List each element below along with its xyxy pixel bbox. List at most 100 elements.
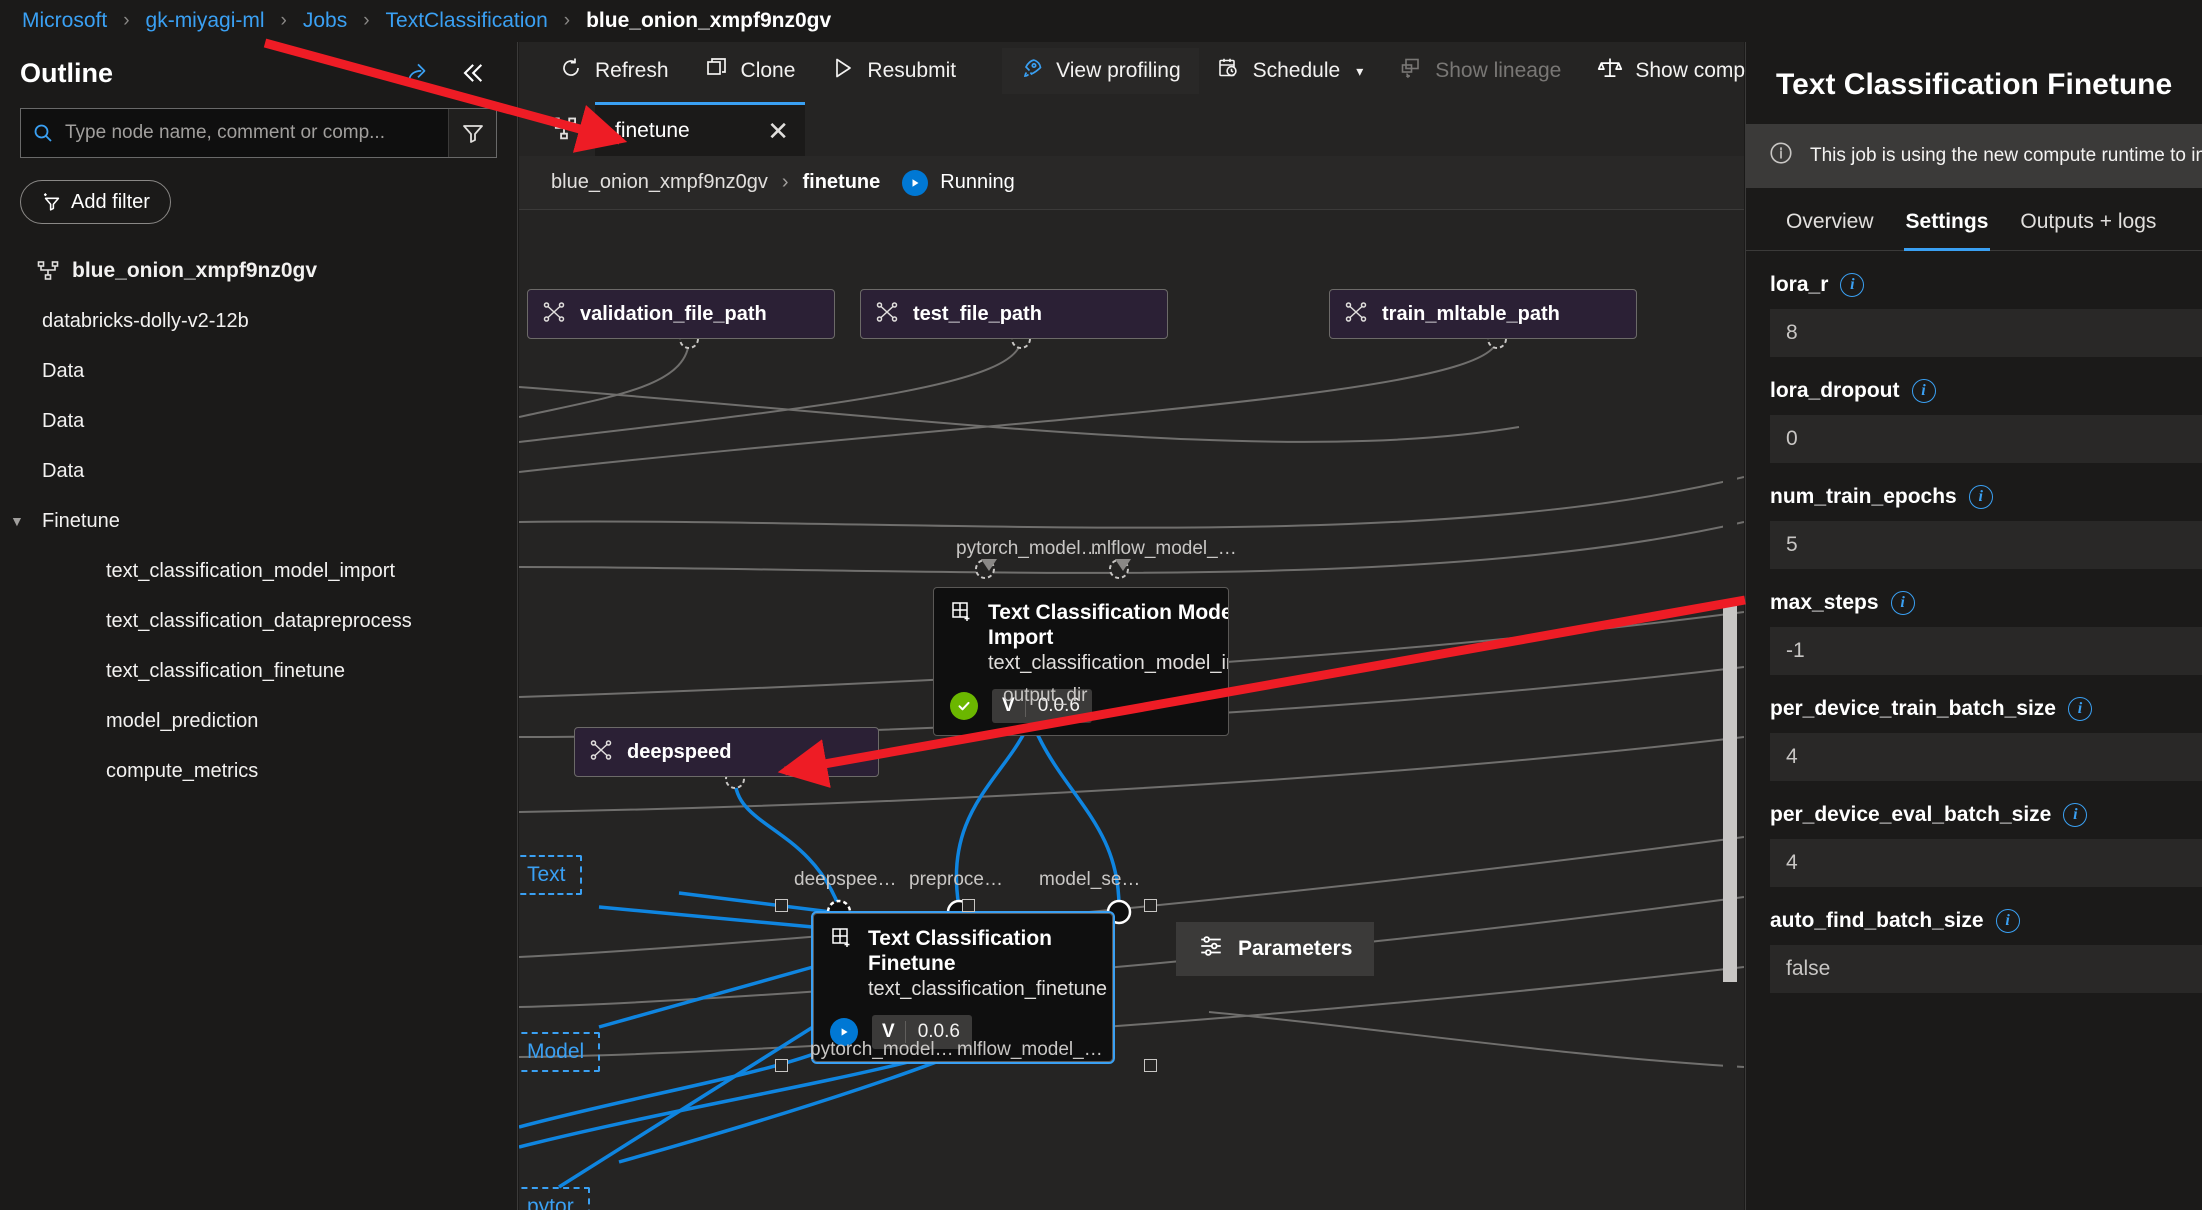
field-lora-dropout: lora_dropout i 0 [1746,357,2202,463]
job-toolbar: Refresh Clone Resubmit [519,42,1744,100]
graph-node-deepspeed[interactable]: deepspeed [574,727,879,777]
outline-sidebar: Outline [0,42,518,1210]
resubmit-label: Resubmit [867,59,956,83]
tab-outputs-logs[interactable]: Outputs + logs [2004,210,2172,250]
resubmit-button[interactable]: Resubmit [813,48,974,94]
outline-search[interactable] [20,108,497,158]
graph-breadcrumb-parent[interactable]: blue_onion_xmpf9nz0gv [551,171,768,194]
settings-form: lora_r i 8 lora_dropout i 0 num_train_ep… [1746,251,2202,993]
breadcrumb-item-jobs[interactable]: Jobs [303,9,347,33]
field-num-train-epochs: num_train_epochs i 5 [1746,463,2202,569]
selection-handle[interactable] [775,899,788,912]
tree-item-model-prediction[interactable]: model_prediction [0,696,517,746]
add-filter-label: Add filter [71,191,150,214]
selection-handle[interactable] [775,1059,788,1072]
tree-item-text-classification-model-import[interactable]: text_classification_model_import [0,546,517,596]
selection-handle[interactable] [1144,899,1157,912]
canvas-scrollbar-thumb[interactable] [1723,602,1737,982]
breadcrumb-item-workspace[interactable]: gk-miyagi-ml [146,9,265,33]
parameters-button[interactable]: Parameters [1176,922,1374,976]
pipeline-graph-canvas[interactable]: validation_file_path test_file_path [519,267,1744,1210]
view-profiling-button[interactable]: View profiling [1002,48,1199,94]
graph-chip-text[interactable]: Text [519,855,582,895]
graph-node-label: validation_file_path [580,303,767,326]
info-banner-text: This job is using the new compute runtim… [1810,145,2202,167]
graph-node-label: test_file_path [913,303,1042,326]
graph-chip-model[interactable]: Model [519,1032,600,1072]
port-label-pytorch-model: pytorch_model… [956,538,1100,560]
share-icon[interactable] [401,56,435,90]
collapse-panel-icon[interactable] [455,56,489,90]
refresh-label: Refresh [595,59,669,83]
field-value[interactable]: 4 [1770,839,2202,887]
schedule-label: Schedule [1253,59,1341,83]
selection-handle[interactable] [962,899,975,912]
graph-node-label: deepspeed [627,741,731,764]
chevron-down-icon[interactable]: ▾ [1356,63,1363,80]
tree-item-model[interactable]: databricks-dolly-v2-12b [0,296,517,346]
info-icon[interactable]: i [1969,485,1993,509]
page-title: Outline [20,58,113,89]
tree-item-compute-metrics[interactable]: compute_metrics [0,746,517,796]
field-label: per_device_eval_batch_size [1770,803,2051,827]
graph-node-text-classification-model-import[interactable]: Text Classification Model Import text_cl… [933,587,1229,736]
search-icon [21,121,65,145]
field-label: lora_dropout [1770,379,1900,403]
field-value[interactable]: -1 [1770,627,2202,675]
tab-settings[interactable]: Settings [1890,210,2005,250]
info-banner: This job is using the new compute runtim… [1746,124,2202,188]
tab-overview[interactable]: Overview [1770,210,1890,250]
lineage-icon [1399,56,1423,86]
tree-item-data-2[interactable]: Data [0,396,517,446]
field-label: per_device_train_batch_size [1770,697,2056,721]
field-value[interactable]: false [1770,945,2202,993]
component-icon [830,926,854,955]
tree-item-data-1[interactable]: Data [0,346,517,396]
clone-button[interactable]: Clone [687,48,814,94]
pipeline-icon [36,259,60,283]
tab-finetune[interactable]: finetune ✕ [595,102,805,156]
selection-handle[interactable] [1144,1059,1157,1072]
field-value[interactable]: 0 [1770,415,2202,463]
graph-node-validation-file-path[interactable]: validation_file_path [527,289,835,339]
port-label-mlflow-model-out: mlflow_model_… [957,1039,1103,1061]
port-label-preprocess: preproce… [909,869,1003,891]
tree-item-pipeline[interactable]: blue_onion_xmpf9nz0gv [0,246,517,296]
graph-node-train-mltable-path[interactable]: train_mltable_path [1329,289,1637,339]
info-icon[interactable]: i [2068,697,2092,721]
tree-item-finetune-group[interactable]: ▼ Finetune [0,496,517,546]
field-lora-r: lora_r i 8 [1746,251,2202,357]
field-value[interactable]: 5 [1770,521,2202,569]
tree-item-label: databricks-dolly-v2-12b [42,310,249,333]
info-icon[interactable]: i [1912,379,1936,403]
graph-chip-pytorch[interactable]: pytor [519,1187,590,1210]
field-value[interactable]: 8 [1770,309,2202,357]
breadcrumb-item-microsoft[interactable]: Microsoft [22,9,107,33]
chevron-down-icon[interactable]: ▼ [10,513,36,529]
breadcrumb-item-textclassification[interactable]: TextClassification [386,9,548,33]
tab-label: finetune [615,119,690,143]
pipeline-icon[interactable] [533,102,595,156]
rocket-icon [1020,56,1044,86]
close-icon[interactable]: ✕ [767,118,789,144]
info-icon[interactable]: i [1996,909,2020,933]
info-icon[interactable]: i [1840,273,1864,297]
refresh-button[interactable]: Refresh [541,48,687,94]
breadcrumb-separator: › [123,10,129,32]
graph-node-test-file-path[interactable]: test_file_path [860,289,1168,339]
field-max-steps: max_steps i -1 [1746,569,2202,675]
search-input[interactable] [65,122,448,144]
parameter-icon [1344,300,1368,329]
tree-item-label: Data [42,360,84,383]
add-filter-button[interactable]: Add filter [20,180,171,224]
tree-item-text-classification-datapreprocess[interactable]: text_classification_datapreprocess [0,596,517,646]
running-status-icon [902,170,928,196]
info-icon[interactable]: i [1891,591,1915,615]
field-label: auto_find_batch_size [1770,909,1984,933]
field-value[interactable]: 4 [1770,733,2202,781]
tree-item-text-classification-finetune[interactable]: text_classification_finetune [0,646,517,696]
tree-item-data-3[interactable]: Data [0,446,517,496]
schedule-button[interactable]: Schedule ▾ [1199,48,1382,94]
filter-icon[interactable] [448,109,496,157]
info-icon[interactable]: i [2063,803,2087,827]
